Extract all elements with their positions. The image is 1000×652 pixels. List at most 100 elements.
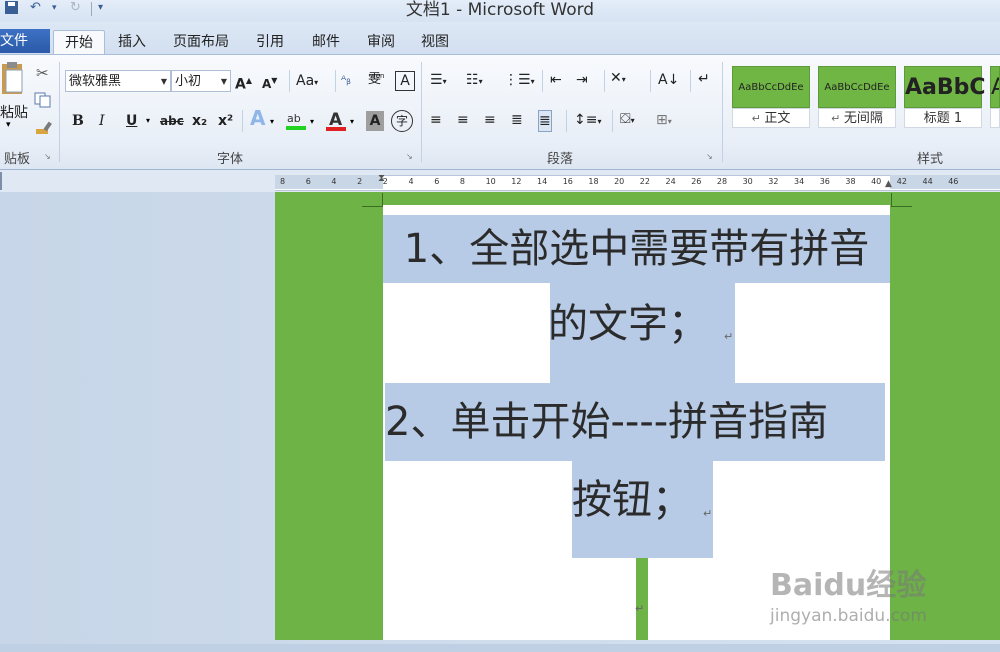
chevron-down-icon[interactable]: ▼: [221, 71, 227, 93]
style-heading-1[interactable]: AaBbC: [904, 66, 986, 108]
font-size-combo[interactable]: 小初 ▼: [171, 70, 231, 92]
line-spacing-icon[interactable]: ↕≡▾: [574, 110, 601, 130]
para-divider: [612, 110, 613, 132]
first-line-indent-marker[interactable]: ⧗: [378, 173, 385, 184]
copy-icon[interactable]: [34, 92, 52, 112]
svg-text:ab: ab: [287, 112, 301, 125]
tab-page-layout[interactable]: 页面布局: [173, 30, 229, 54]
ruler-tick-label: 12: [511, 177, 522, 186]
doc-line-4[interactable]: 按钮；: [572, 470, 692, 530]
shrink-font-icon[interactable]: A▼: [262, 71, 277, 91]
tab-references[interactable]: 引用: [256, 30, 284, 54]
phonetic-guide-icon[interactable]: wén 雯: [368, 70, 384, 90]
group-separator: [722, 62, 723, 162]
highlight-icon[interactable]: ab: [285, 110, 307, 132]
font-color-dropdown-icon[interactable]: ▾: [350, 117, 354, 126]
crop-mark: [362, 193, 383, 207]
ruler-toggle[interactable]: [0, 172, 2, 190]
distributed-icon[interactable]: ≣: [538, 110, 552, 132]
enclose-characters-icon[interactable]: 字: [391, 110, 413, 132]
group-separator: [59, 62, 60, 162]
style-no-spacing[interactable]: AaBbCcDdEe: [818, 66, 896, 108]
highlight-dropdown-icon[interactable]: ▾: [310, 117, 314, 126]
tab-view[interactable]: 视图: [421, 30, 449, 54]
status-bar: [0, 644, 1000, 652]
underline-button[interactable]: U: [126, 111, 137, 131]
bullets-icon[interactable]: ☰▾: [430, 70, 447, 90]
doc-line-3[interactable]: 2、单击开始----拼音指南: [385, 383, 885, 461]
align-center-icon[interactable]: ≡: [457, 110, 469, 130]
italic-button[interactable]: I: [99, 111, 105, 131]
ruler-tick-label: 4: [408, 177, 414, 186]
tab-review[interactable]: 审阅: [367, 30, 395, 54]
chinese-layout-icon[interactable]: ✕▾: [610, 68, 626, 88]
character-shading-icon[interactable]: A: [366, 111, 384, 131]
paragraph-group-label: 段落: [546, 152, 573, 167]
underline-dropdown-icon[interactable]: ▾: [146, 116, 150, 125]
font-color-icon[interactable]: A: [325, 108, 347, 132]
paste-icon[interactable]: [0, 60, 26, 100]
doc-line-1[interactable]: 1、全部选中需要带有拼音: [383, 215, 890, 283]
change-case-icon[interactable]: Aa▾: [296, 71, 318, 91]
borders-icon[interactable]: ⊞▾: [656, 110, 672, 130]
style-normal[interactable]: AaBbCcDdEe: [732, 66, 810, 108]
shading-icon[interactable]: ⛋▾: [620, 109, 635, 129]
superscript-button[interactable]: x²: [218, 111, 233, 131]
tab-home[interactable]: 开始: [53, 30, 105, 55]
tab-file[interactable]: 文件: [0, 29, 50, 53]
right-indent-marker[interactable]: ▲: [885, 179, 892, 189]
style-no-spacing-label: ↵ 无间隔: [818, 108, 896, 128]
para-divider: [542, 70, 543, 92]
doc-line-2[interactable]: 的文字；: [548, 294, 708, 354]
para-divider: [650, 70, 651, 92]
cut-icon[interactable]: ✂: [36, 64, 49, 82]
chevron-down-icon[interactable]: ▼: [161, 71, 167, 93]
tab-mailings[interactable]: 邮件: [312, 30, 340, 54]
font-divider: [242, 110, 243, 132]
text-effects-icon[interactable]: A: [250, 108, 265, 128]
character-border-icon[interactable]: A: [395, 71, 415, 91]
clipboard-launcher-icon[interactable]: ↘: [44, 152, 51, 161]
font-launcher-icon[interactable]: ↘: [406, 152, 413, 161]
para-divider: [566, 110, 567, 132]
ruler-tick-label: 6: [434, 177, 440, 186]
watermark-logo: Baidu经验: [770, 568, 927, 603]
sort-icon[interactable]: A↓: [658, 70, 679, 90]
multilevel-list-icon[interactable]: ⋮☰▾: [504, 70, 535, 90]
justify-icon[interactable]: ≣: [511, 110, 523, 130]
align-left-icon[interactable]: ≡: [430, 110, 442, 130]
style-normal-label: ↵ 正文: [732, 108, 810, 128]
numbering-icon[interactable]: ☷▾: [466, 70, 483, 90]
font-size-value: 小初: [175, 74, 202, 89]
decrease-indent-icon[interactable]: ⇤: [550, 70, 562, 90]
ruler-tick-label: 42: [896, 177, 907, 186]
ruler-tick-label: 26: [691, 177, 702, 186]
watermark-url: jingyan.baidu.com: [770, 606, 927, 626]
subscript-button[interactable]: x₂: [192, 111, 207, 131]
style-heading-2[interactable]: A: [990, 66, 1000, 108]
ruler-tick-label: 20: [614, 177, 625, 186]
ruler-tick-label: 8: [280, 177, 286, 186]
strikethrough-button[interactable]: abc: [160, 111, 184, 131]
increase-indent-icon[interactable]: ⇥: [576, 70, 588, 90]
crop-mark: [891, 193, 912, 207]
font-divider: [335, 70, 336, 92]
paste-button-label[interactable]: 粘贴: [0, 102, 28, 122]
ruler-tick-label: 40: [871, 177, 882, 186]
format-painter-icon[interactable]: [34, 120, 54, 140]
clear-formatting-icon[interactable]: ᴬᵦ: [341, 70, 351, 90]
bold-button[interactable]: B: [72, 111, 84, 131]
font-name-combo[interactable]: 微软雅黑 ▼: [65, 70, 171, 92]
ruler-tick-label: 14: [537, 177, 548, 186]
paste-dropdown-icon[interactable]: ▾: [6, 120, 11, 130]
show-formatting-icon[interactable]: ↵: [698, 69, 710, 89]
paragraph-mark: ↵: [703, 507, 713, 520]
align-right-icon[interactable]: ≡: [484, 110, 496, 130]
style-heading-1-label: 标题 1: [904, 108, 982, 128]
grow-font-icon[interactable]: A▲: [235, 71, 252, 93]
ruler-tick-label: 18: [588, 177, 599, 186]
text-effects-dropdown-icon[interactable]: ▾: [270, 117, 274, 126]
tab-insert[interactable]: 插入: [118, 30, 146, 54]
style-heading-2-label: [990, 108, 1000, 128]
paragraph-launcher-icon[interactable]: ↘: [706, 152, 713, 161]
